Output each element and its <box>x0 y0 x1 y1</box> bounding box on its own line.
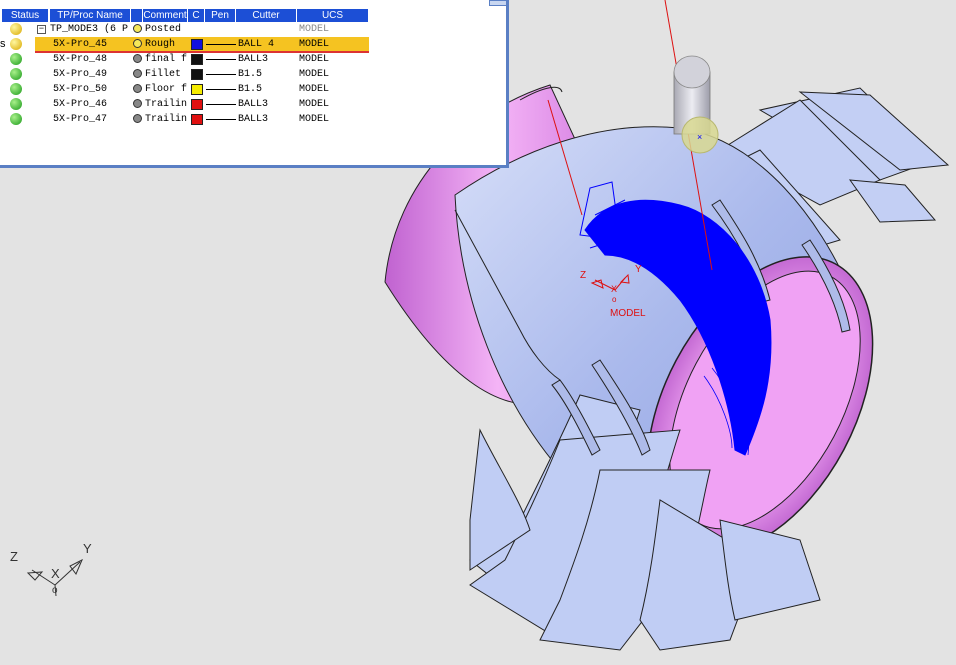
view-axis-z: Z <box>10 549 18 564</box>
status-warning-icon[interactable] <box>10 38 22 50</box>
status-ok-icon[interactable] <box>10 68 22 80</box>
toolpath-ucs: MODEL <box>299 39 330 50</box>
col-header-comment[interactable]: Comment <box>143 9 187 22</box>
color-swatch[interactable] <box>191 54 203 65</box>
model-axis-x: X <box>611 284 617 294</box>
toolpath-row[interactable]: 5X-Pro_47 Trailin BALL3 MODEL <box>0 112 506 127</box>
toolpath-comment: Floor f <box>145 84 188 95</box>
col-header-color[interactable]: C <box>188 9 204 22</box>
col-header-name[interactable]: TP/Proc Name <box>50 9 130 22</box>
toolpath-name[interactable]: 5X-Pro_45 <box>53 37 133 52</box>
col-header-status[interactable]: Status <box>2 9 48 22</box>
bulb-icon[interactable] <box>133 99 142 108</box>
panel-corner-button[interactable] <box>489 0 506 6</box>
toolpath-row[interactable]: 5X-Pro_50 Floor f B1.5 MODEL <box>0 82 506 97</box>
col-header-pen[interactable]: Pen <box>205 9 235 22</box>
svg-text:×: × <box>697 132 702 142</box>
toolpath-row[interactable]: 5X-Pro_48 final f BALL3 MODEL <box>0 52 506 67</box>
toolpath-name[interactable]: 5X-Pro_46 <box>53 97 133 112</box>
col-header-cutter[interactable]: Cutter <box>236 9 296 22</box>
tree-collapse-icon[interactable]: − <box>37 25 46 34</box>
toolpath-ucs: MODEL <box>299 24 330 35</box>
view-axis-y: Y <box>83 541 92 556</box>
status-warning-icon[interactable] <box>10 23 22 35</box>
bulb-icon[interactable] <box>133 114 142 123</box>
bulb-icon[interactable] <box>133 69 142 78</box>
toolpath-row[interactable]: 5X-Pro_45 Rough BALL 4 MODEL <box>0 37 506 53</box>
toolpath-ucs: MODEL <box>299 54 330 65</box>
toolpath-comment: Trailin <box>145 114 188 125</box>
toolpath-cutter: BALL3 <box>238 54 269 65</box>
model-axis-origin: o <box>612 295 617 304</box>
color-swatch[interactable] <box>191 114 203 125</box>
col-header-ucs[interactable]: UCS <box>297 9 368 22</box>
toolpath-ucs: MODEL <box>299 69 330 80</box>
view-axis-x: X <box>51 566 60 581</box>
pen-style-line[interactable] <box>206 44 236 45</box>
toolpath-name[interactable]: 5X-Pro_48 <box>53 52 133 67</box>
toolpath-row[interactable]: 5X-Pro_46 Trailin BALL3 MODEL <box>0 97 506 112</box>
toolpath-ucs: MODEL <box>299 99 330 110</box>
model-axis-y: Y <box>635 264 642 275</box>
toolpath-cutter: BALL3 <box>238 99 269 110</box>
pen-style-line[interactable] <box>206 59 236 60</box>
bulb-icon[interactable] <box>133 39 142 48</box>
toolpath-comment: Fillet <box>145 69 182 80</box>
toolpath-name[interactable]: TP_MODE3 (6 P <box>50 22 130 37</box>
toolpath-name[interactable]: 5X-Pro_47 <box>53 112 133 127</box>
status-ok-icon[interactable] <box>10 98 22 110</box>
toolpath-cutter: B1.5 <box>238 84 263 95</box>
toolpath-name[interactable]: 5X-Pro_49 <box>53 67 133 82</box>
pen-style-line[interactable] <box>206 119 236 120</box>
color-swatch[interactable] <box>191 39 203 50</box>
toolpath-cutter: BALL 4 <box>238 39 275 50</box>
view-axis-origin: o <box>52 585 58 596</box>
toolpath-ucs: MODEL <box>299 114 330 125</box>
color-swatch[interactable] <box>191 99 203 110</box>
toolpath-comment: final f <box>145 54 188 65</box>
status-ok-icon[interactable] <box>10 83 22 95</box>
pen-style-line[interactable] <box>206 89 236 90</box>
toolpath-row[interactable]: 5X-Pro_49 Fillet B1.5 MODEL <box>0 67 506 82</box>
col-header-spacer <box>131 9 142 22</box>
toolpath-comment: Trailin <box>145 99 188 110</box>
color-swatch[interactable] <box>191 69 203 80</box>
model-ucs-label: MODEL <box>610 308 646 319</box>
bulb-icon[interactable] <box>133 54 142 63</box>
status-ok-icon[interactable] <box>10 53 22 65</box>
bulb-icon[interactable] <box>133 84 142 93</box>
pen-style-line[interactable] <box>206 74 236 75</box>
toolpath-comment: Posted <box>145 24 182 35</box>
toolpath-row[interactable]: − TP_MODE3 (6 P Posted MODEL <box>0 22 506 37</box>
toolpath-manager-panel: Status TP/Proc Name Comment C Pen Cutter… <box>0 0 509 168</box>
bulb-icon[interactable] <box>133 24 142 33</box>
status-ok-icon[interactable] <box>10 113 22 125</box>
toolpath-name[interactable]: 5X-Pro_50 <box>53 82 133 97</box>
toolpath-ucs: MODEL <box>299 84 330 95</box>
pen-style-line[interactable] <box>206 104 236 105</box>
toolpath-cutter: BALL3 <box>238 114 269 125</box>
toolpath-cutter: B1.5 <box>238 69 263 80</box>
toolpath-comment: Rough <box>145 39 176 50</box>
model-axis-z: Z <box>580 270 586 281</box>
color-swatch[interactable] <box>191 84 203 95</box>
side-marker: s <box>0 38 6 50</box>
